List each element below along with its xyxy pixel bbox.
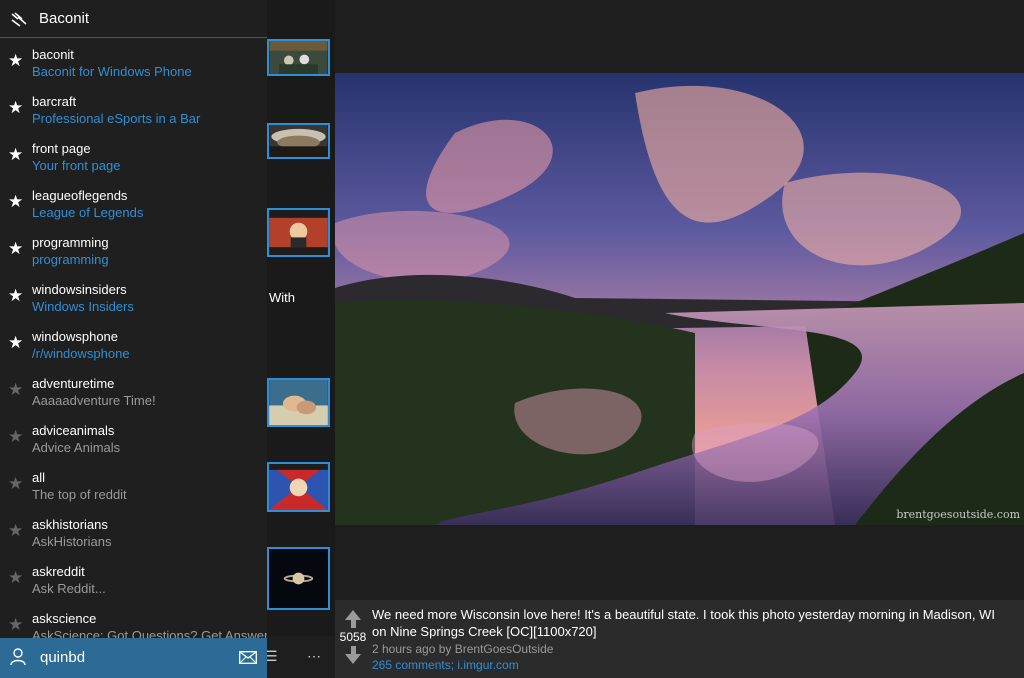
post-thumbnail[interactable]	[267, 378, 330, 427]
downvote-icon[interactable]	[337, 646, 369, 664]
sidebar-item-barcraft[interactable]: ★ barcraft Professional eSports in a Bar	[0, 86, 267, 133]
star-icon[interactable]: ★	[8, 192, 23, 212]
subreddit-description: The top of reddit	[32, 487, 127, 502]
star-icon[interactable]: ★	[8, 145, 23, 165]
star-icon[interactable]: ★	[8, 615, 23, 635]
star-icon[interactable]: ★	[8, 568, 23, 588]
subreddit-description: League of Legends	[32, 205, 144, 220]
star-icon[interactable]: ★	[8, 427, 23, 447]
sidebar-item-programming[interactable]: ★ programming programming	[0, 227, 267, 274]
star-icon[interactable]: ★	[8, 98, 23, 118]
user-bar[interactable]: quinbd	[0, 638, 267, 678]
star-icon[interactable]: ★	[8, 380, 23, 400]
sidebar-item-leagueoflegends[interactable]: ★ leagueoflegends League of Legends	[0, 180, 267, 227]
subreddit-name: front page	[32, 141, 91, 156]
post-score: 5058	[339, 630, 367, 644]
post-info-bar: 5058 We need more Wisconsin love here! I…	[335, 600, 1024, 678]
post-list-appbar: ☰ ⋯	[265, 636, 335, 678]
subreddit-description: AskHistorians	[32, 534, 112, 549]
image-watermark: brentgoesoutside.com	[896, 508, 1020, 521]
sidebar-header: Baconit	[0, 0, 267, 38]
baconit-menu-icon[interactable]	[10, 11, 28, 27]
post-meta: 2 hours ago by BrentGoesOutside	[372, 642, 554, 656]
star-icon[interactable]: ★	[8, 521, 23, 541]
username[interactable]: quinbd	[40, 649, 85, 666]
sidebar-item-windowsinsiders[interactable]: ★ windowsinsiders Windows Insiders	[0, 274, 267, 321]
subreddit-description: Baconit for Windows Phone	[32, 64, 192, 79]
mail-icon[interactable]	[239, 651, 257, 664]
subreddit-name: askhistorians	[32, 517, 108, 532]
subreddit-description: /r/windowsphone	[32, 346, 130, 361]
subreddit-name: askreddit	[32, 564, 85, 579]
subreddit-name: askscience	[32, 611, 97, 626]
star-icon[interactable]: ★	[8, 333, 23, 353]
star-icon[interactable]: ★	[8, 474, 23, 494]
subreddit-name: baconit	[32, 47, 74, 62]
subreddit-description: Advice Animals	[32, 440, 121, 455]
sidebar-item-adventuretime[interactable]: ★ adventuretime Aaaaadventure Time!	[0, 368, 267, 415]
post-image[interactable]: brentgoesoutside.com	[335, 73, 1024, 525]
subreddit-name: barcraft	[32, 94, 77, 109]
subreddit-name: adventuretime	[32, 376, 115, 391]
app-title: Baconit	[39, 10, 90, 27]
subreddit-name: windowsphone	[32, 329, 119, 344]
post-title-fragment: With	[269, 290, 295, 305]
star-icon[interactable]: ★	[8, 51, 23, 71]
star-icon[interactable]: ★	[8, 286, 23, 306]
post-thumbnail[interactable]	[267, 547, 330, 610]
post-thumbnail[interactable]	[267, 462, 330, 512]
post-thumbnail[interactable]	[267, 123, 330, 159]
post-comments-link[interactable]: 265 comments; i.imgur.com	[372, 658, 1012, 672]
sidebar-item-windowsphone[interactable]: ★ windowsphone/r/windowsphone	[0, 321, 267, 368]
subreddit-description: Professional eSports in a Bar	[32, 111, 201, 126]
vote-control: 5058	[337, 608, 369, 664]
sidebar-item-askreddit[interactable]: ★ askreddit Ask Reddit...	[0, 556, 267, 603]
more-icon[interactable]: ⋯	[307, 648, 321, 665]
subreddit-name: leagueoflegends	[32, 188, 128, 203]
subreddit-name: windowsinsiders	[32, 282, 127, 297]
subreddit-name: all	[32, 470, 46, 485]
post-list: With ☰ ⋯	[265, 0, 335, 678]
subreddit-description: Aaaaadventure Time!	[32, 393, 156, 408]
sidebar-item-baconit[interactable]: ★ baconit Baconit for Windows Phone	[0, 39, 267, 86]
post-title[interactable]: We need more Wisconsin love here! It's a…	[372, 606, 1012, 640]
post-thumbnail[interactable]	[267, 208, 330, 257]
subreddit-description: Ask Reddit...	[32, 581, 106, 596]
sidebar-item-all[interactable]: ★ all The top of reddit	[0, 462, 267, 509]
subreddit-sidebar: Baconit ★ baconit Baconit for Windows Phon…	[0, 0, 267, 678]
sidebar-item-front-page[interactable]: ★ front page Your front page	[0, 133, 267, 180]
sidebar-item-adviceanimals[interactable]: ★ adviceanimals Advice Animals	[0, 415, 267, 462]
subreddit-name: programming	[32, 235, 109, 250]
subreddit-description: Your front page	[32, 158, 121, 173]
star-icon[interactable]: ★	[8, 239, 23, 259]
subreddit-description: Windows Insiders	[32, 299, 134, 314]
subreddit-name: adviceanimals	[32, 423, 115, 438]
post-thumbnail[interactable]	[267, 39, 330, 76]
post-view: brentgoesoutside.com 5058 We need more W…	[335, 0, 1024, 678]
user-icon	[10, 648, 26, 666]
upvote-icon[interactable]	[337, 610, 369, 628]
subreddit-description: programming	[32, 252, 109, 267]
subreddit-list: ★ baconit Baconit for Windows Phone ★ barcra…	[0, 39, 267, 650]
sidebar-item-askhistorians[interactable]: ★ askhistorians AskHistorians	[0, 509, 267, 556]
app-window: With ☰ ⋯ brentgoesoutside.com 5058 We ne…	[0, 0, 1024, 678]
